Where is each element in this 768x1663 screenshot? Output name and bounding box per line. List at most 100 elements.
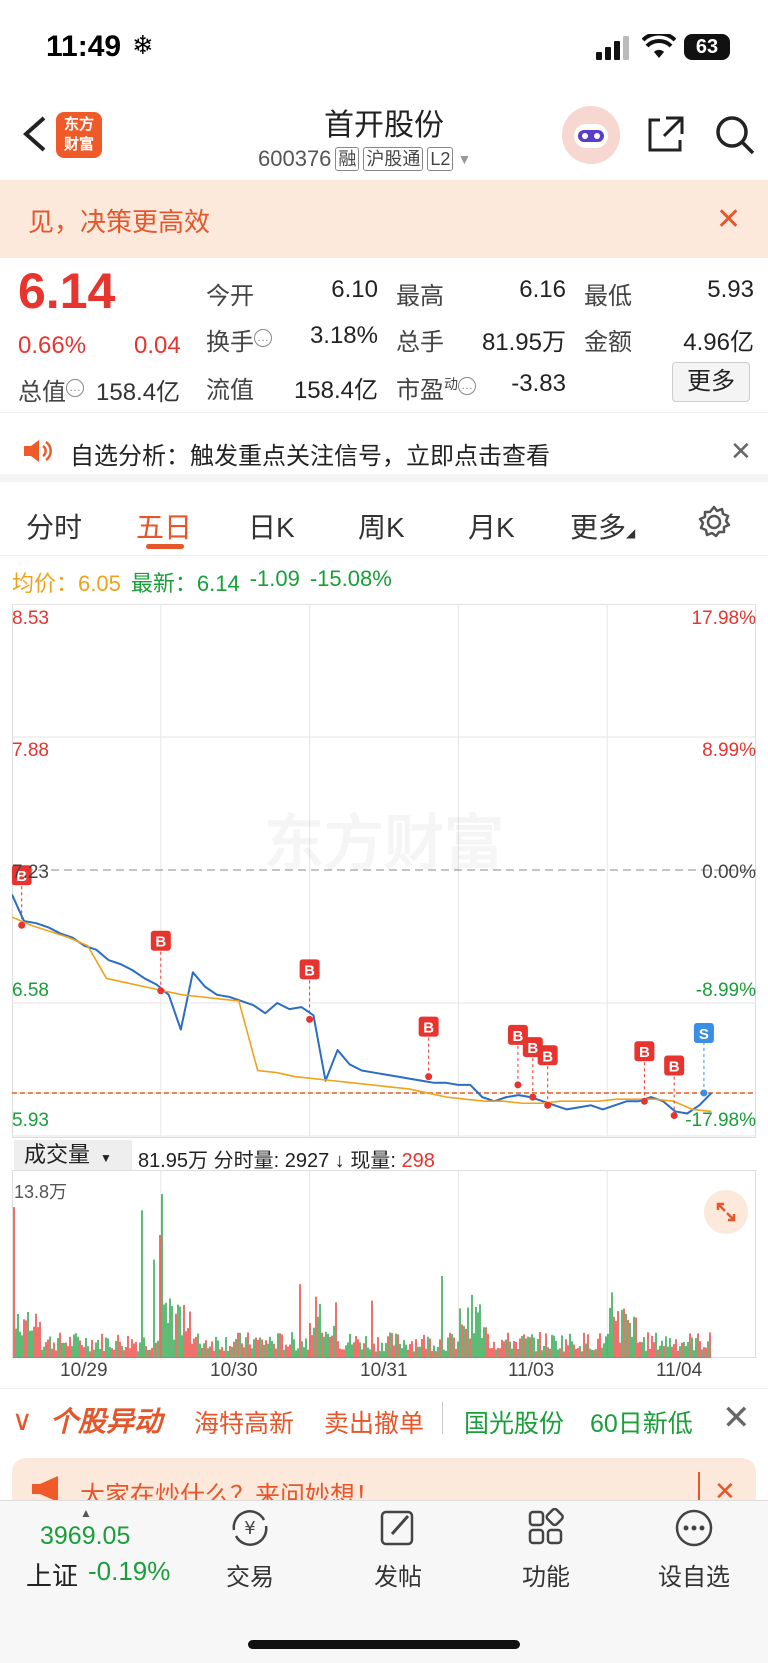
battery-icon: 63 xyxy=(684,34,730,60)
close-icon[interactable]: ✕ xyxy=(716,202,741,237)
marker-label: B xyxy=(542,1048,553,1065)
mover-item[interactable]: 海特高新 xyxy=(194,1404,294,1440)
marker-dot xyxy=(157,987,165,995)
signal-icon xyxy=(596,36,629,60)
x-axis-label: 11/04 xyxy=(656,1360,703,1381)
marker-label: B xyxy=(639,1044,650,1061)
marker-label: B xyxy=(527,1040,538,1057)
stock-subtitle[interactable]: 600376 融 沪股通 L2 ▼ xyxy=(258,146,471,172)
tag-l2: L2 xyxy=(427,147,454,171)
marker-dot xyxy=(670,1112,678,1120)
marker-dot xyxy=(640,1097,648,1105)
change-amount: 0.04 xyxy=(134,332,181,359)
volume-selector[interactable]: 成交量 ▼ xyxy=(14,1140,132,1170)
nav-post[interactable]: 发帖 xyxy=(348,1508,448,1592)
gear-icon[interactable] xyxy=(696,504,732,540)
volume-value: 81.95万 xyxy=(481,329,566,356)
marker-dot xyxy=(306,1015,314,1023)
share-icon[interactable] xyxy=(646,114,686,154)
stock-code: 600376 xyxy=(258,146,332,171)
volume-max-label: 13.8万 xyxy=(14,1182,68,1202)
volume-chart[interactable] xyxy=(12,1170,756,1358)
x-axis-label: 11/03 xyxy=(508,1360,555,1381)
yuan-cycle-icon: ¥ xyxy=(232,1510,268,1546)
marker-dot xyxy=(18,921,26,929)
expand-icon[interactable] xyxy=(704,1190,748,1234)
caret-down-icon: ▼ xyxy=(457,151,472,167)
index-name: 上证 xyxy=(26,1561,79,1591)
float-label: 流值 xyxy=(206,377,254,404)
low-value: 5.93 xyxy=(707,276,754,303)
price-chart[interactable]: BBBB BB B BBS东方财富 xyxy=(12,604,756,1138)
marker-label: B xyxy=(423,1020,434,1037)
tab-more[interactable]: 更多◢ xyxy=(570,506,635,546)
chart-legend: 均价：6.05 最新：6.14 -1.09 -15.08% xyxy=(12,566,392,596)
low-label: 最低 xyxy=(584,283,632,310)
close-icon[interactable]: ✕ xyxy=(722,1398,751,1438)
tab-intraday[interactable]: 分时 xyxy=(26,506,82,546)
movers-title: 个股异动 xyxy=(50,1406,163,1437)
high-value: 6.16 xyxy=(519,276,566,303)
change-percent: 0.66% xyxy=(18,332,87,359)
alert-text: 自选分析：触发重点关注信号，立即点击查看 xyxy=(70,443,550,470)
search-icon[interactable] xyxy=(714,114,756,156)
home-indicator xyxy=(248,1640,520,1649)
info-icon[interactable]: … xyxy=(254,329,272,347)
y-left-label: 7.88 xyxy=(12,740,49,761)
x-axis-label: 10/31 xyxy=(360,1360,408,1381)
wifi-icon xyxy=(642,34,676,58)
status-time: 11:49 xyxy=(46,30,122,63)
y-left-label: 6.58 xyxy=(12,980,49,1001)
marker-dot xyxy=(514,1081,522,1089)
close-icon[interactable]: ✕ xyxy=(730,436,752,467)
nav-trade[interactable]: ¥ 交易 xyxy=(200,1508,300,1592)
chevron-down-icon[interactable]: ∨ xyxy=(12,1404,33,1437)
average-line xyxy=(12,916,712,1113)
watermark: 东方财富 xyxy=(264,809,504,879)
info-icon[interactable]: … xyxy=(66,379,84,397)
pe-value: -3.83 xyxy=(511,370,566,397)
tab-underline xyxy=(146,544,184,549)
y-right-label: 0.00% xyxy=(702,862,756,883)
turnover-label: 换手… xyxy=(206,322,272,357)
marker-label: B xyxy=(155,934,166,951)
marker-label: B xyxy=(304,962,315,979)
current-price: 6.14 xyxy=(18,263,116,319)
y-right-label: 8.99% xyxy=(702,740,756,761)
marker-dot xyxy=(529,1093,537,1101)
mktcap-label: 总值… xyxy=(18,372,84,407)
open-label: 今开 xyxy=(206,283,254,310)
mover-item[interactable]: 国光股份 xyxy=(464,1404,564,1440)
mover-item[interactable]: 卖出撤单 xyxy=(324,1404,424,1440)
y-left-label: 7.23 xyxy=(12,862,49,883)
mover-item[interactable]: 60日新低 xyxy=(590,1404,693,1440)
open-value: 6.10 xyxy=(331,276,378,303)
info-icon[interactable]: … xyxy=(458,377,476,395)
edit-icon xyxy=(380,1510,414,1546)
robot-avatar-icon[interactable] xyxy=(562,106,620,164)
y-right-label: -8.99% xyxy=(695,980,756,1001)
x-axis-label: 10/29 xyxy=(60,1360,108,1381)
speaker-icon xyxy=(24,440,52,462)
more-button[interactable]: 更多 xyxy=(672,362,750,402)
turnover-value: 3.18% xyxy=(309,322,378,349)
x-axis-label: 10/30 xyxy=(210,1360,258,1381)
snowflake-icon: ❄ xyxy=(132,30,154,60)
volume-label: 总手 xyxy=(396,329,444,356)
nav-add-watchlist[interactable]: 设自选 xyxy=(644,1508,744,1592)
tab-daily-k[interactable]: 日K xyxy=(248,506,295,546)
tab-monthly-k[interactable]: 月K xyxy=(468,506,515,546)
nav-functions[interactable]: 功能 xyxy=(496,1507,596,1592)
tab-five-day[interactable]: 五日 xyxy=(136,506,192,546)
tab-weekly-k[interactable]: 周K xyxy=(358,506,405,546)
volume-frame xyxy=(12,1170,756,1358)
y-left-label: 5.93 xyxy=(12,1110,49,1131)
banner-text: 见，决策更高效 xyxy=(28,207,211,237)
marker-dot xyxy=(700,1089,708,1097)
marker-label: B xyxy=(669,1059,680,1076)
tag-margin: 融 xyxy=(335,147,360,171)
marker-dot xyxy=(544,1101,552,1109)
index-value[interactable]: 3969.05 xyxy=(40,1522,130,1551)
svg-text:¥: ¥ xyxy=(244,1518,255,1539)
megaphone-icon xyxy=(32,1476,58,1502)
